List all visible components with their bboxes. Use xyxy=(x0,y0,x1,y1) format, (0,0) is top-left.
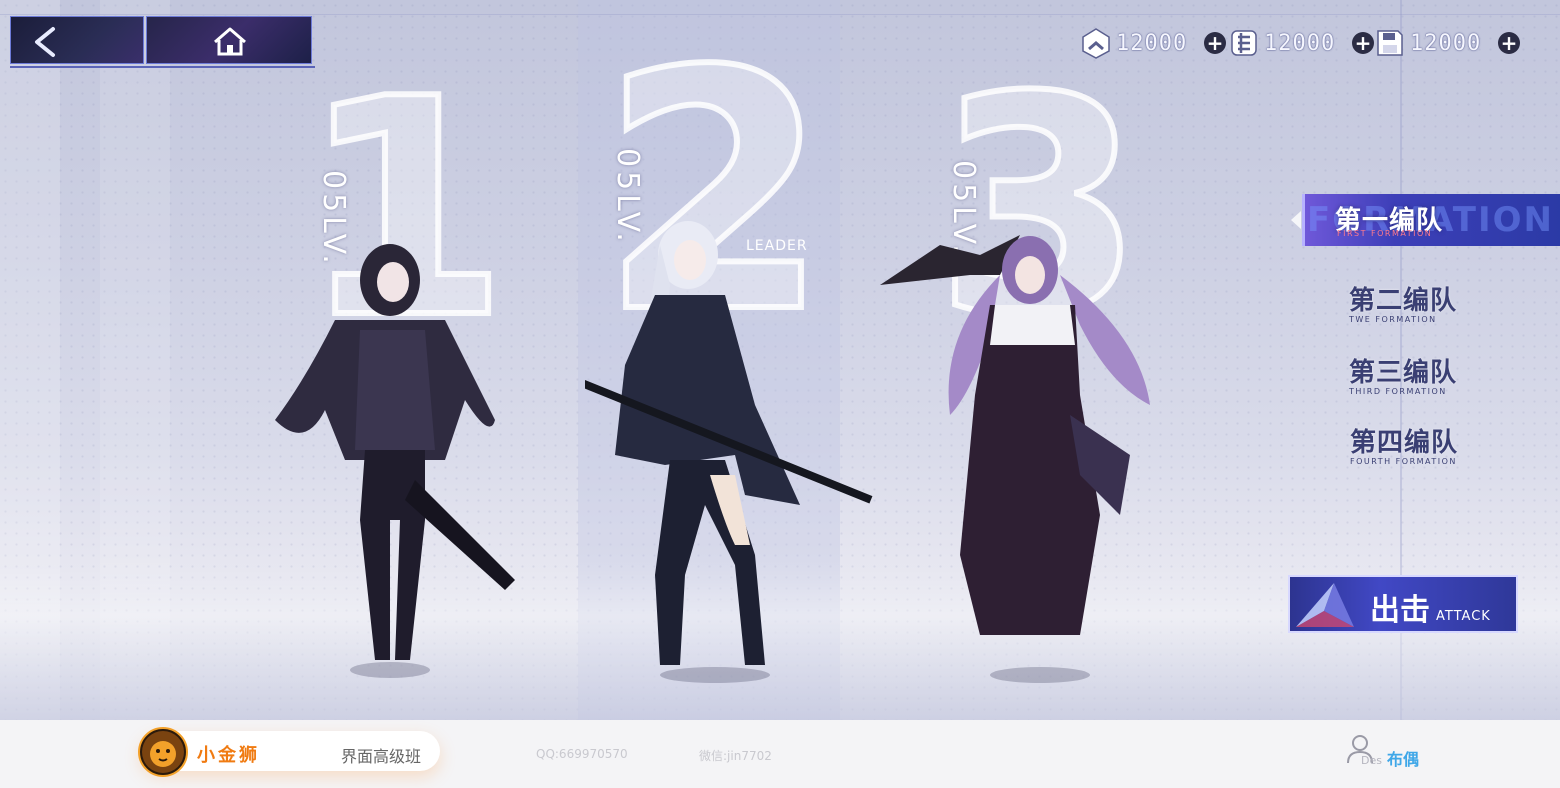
formation-title: 第二编队 xyxy=(1349,286,1458,316)
back-button[interactable] xyxy=(10,16,144,64)
rank-badge-icon xyxy=(1082,28,1110,59)
attack-button[interactable]: 出击 ATTACK xyxy=(1288,575,1518,633)
character-3-portrait[interactable] xyxy=(880,215,1170,690)
floppy-disk-icon xyxy=(1377,30,1403,56)
home-button[interactable] xyxy=(146,16,312,64)
chevron-left-icon xyxy=(35,27,55,57)
designer-label: Des xyxy=(1361,754,1382,767)
crystal-shard-icon xyxy=(1296,583,1354,627)
selection-arrow-icon xyxy=(1291,211,1301,229)
author-name: 布偶 xyxy=(1387,750,1420,769)
formation-tab-third[interactable]: 第三编队 THIRD FORMATION xyxy=(1349,352,1457,396)
formation-subtitle: FIRST FORMATION xyxy=(1337,229,1433,238)
character-1-portrait[interactable] xyxy=(265,220,525,685)
nav-underline xyxy=(10,66,315,68)
currency-disk: 12000 + xyxy=(1374,26,1520,60)
currency-rank: 12000 + xyxy=(1080,26,1226,60)
top-nav xyxy=(10,16,315,68)
currency-value: 12000 xyxy=(1264,30,1336,56)
character-2-portrait[interactable] xyxy=(585,205,905,685)
lion-icon xyxy=(142,731,184,773)
attack-sublabel: ATTACK xyxy=(1436,609,1491,624)
gear-token-icon xyxy=(1231,30,1257,56)
currency-gear: 12000 + xyxy=(1228,26,1374,60)
qq-contact: QQ:669970570 xyxy=(536,747,628,761)
currency-value: 12000 xyxy=(1116,30,1188,56)
wechat-contact: 微信:jin7702 xyxy=(699,749,772,763)
formation-screen: 1 2 3 05LV. 05LV. 05LV. LEADER 12000 + 1… xyxy=(0,0,1560,720)
brand-name: 小金狮 xyxy=(197,745,260,766)
home-icon xyxy=(214,27,246,56)
add-currency-button[interactable]: + xyxy=(1204,32,1226,54)
add-currency-button[interactable]: + xyxy=(1352,32,1374,54)
course-name: 界面高级班 xyxy=(341,747,422,766)
formation-subtitle: THIRD FORMATION xyxy=(1349,387,1447,396)
formation-tab-second[interactable]: 第二编队 TWE FORMATION xyxy=(1349,280,1457,324)
currency-value: 12000 xyxy=(1410,30,1482,56)
formation-tab-fourth[interactable]: 第四编队 FOURTH FORMATION xyxy=(1350,422,1458,466)
formation-title: 第三编队 xyxy=(1349,358,1458,388)
formation-tab-first[interactable]: FORMATION 第一编队 FIRST FORMATION xyxy=(1291,194,1560,246)
add-currency-button[interactable]: + xyxy=(1498,32,1520,54)
attack-label: 出击 xyxy=(1370,593,1430,628)
formation-title: 第四编队 xyxy=(1350,428,1459,458)
formation-subtitle: FOURTH FORMATION xyxy=(1350,457,1457,466)
lion-logo xyxy=(138,727,188,777)
